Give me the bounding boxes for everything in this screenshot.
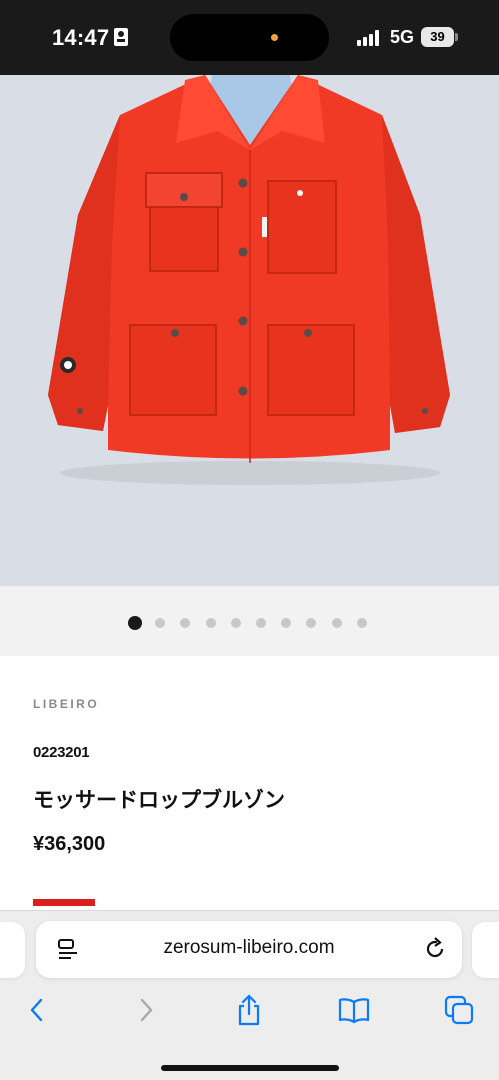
product-code: 0223201 bbox=[33, 744, 90, 761]
image-carousel-indicator bbox=[0, 586, 499, 656]
forward-icon bbox=[140, 998, 153, 1022]
reload-icon[interactable] bbox=[422, 936, 448, 962]
carousel-dots[interactable] bbox=[0, 616, 499, 630]
network-label: 5G bbox=[390, 27, 415, 47]
home-indicator[interactable] bbox=[161, 1065, 339, 1071]
browser-toolbar bbox=[0, 988, 499, 1038]
carousel-dot[interactable] bbox=[356, 618, 367, 628]
carousel-dot[interactable] bbox=[256, 618, 266, 628]
accent-bar bbox=[33, 899, 95, 906]
carousel-dot-active[interactable] bbox=[128, 616, 142, 630]
signal-icon bbox=[357, 30, 381, 46]
tabs-button[interactable] bbox=[437, 988, 481, 1032]
product-price: ¥36,300 bbox=[33, 833, 106, 855]
share-button[interactable] bbox=[227, 988, 271, 1032]
carousel-dot[interactable] bbox=[155, 618, 166, 628]
brand-name[interactable]: LIBEIRO bbox=[33, 697, 99, 711]
browser-bottom-bar: zerosum-libeiro.com bbox=[0, 910, 499, 1080]
previous-tab-preview[interactable] bbox=[0, 922, 25, 978]
carousel-dot[interactable] bbox=[331, 618, 342, 628]
carousel-dot[interactable] bbox=[281, 618, 292, 628]
carousel-dot[interactable] bbox=[205, 618, 216, 628]
battery-icon: 39 bbox=[421, 27, 454, 47]
next-tab-preview[interactable] bbox=[472, 922, 499, 978]
share-icon bbox=[238, 994, 260, 1026]
id-card-icon bbox=[114, 28, 128, 46]
forward-button[interactable] bbox=[123, 988, 167, 1032]
url-text[interactable]: zerosum-libeiro.com bbox=[36, 937, 462, 959]
back-button[interactable] bbox=[16, 988, 60, 1032]
red-jacket-photo bbox=[48, 75, 450, 485]
carousel-dot[interactable] bbox=[306, 618, 317, 628]
battery-tip bbox=[455, 33, 458, 41]
privacy-indicator-dot bbox=[271, 34, 278, 41]
bookmarks-icon bbox=[338, 998, 370, 1024]
tabs-icon bbox=[444, 995, 474, 1025]
product-name: モッサードロップブルゾン bbox=[33, 788, 285, 812]
product-image[interactable] bbox=[0, 75, 499, 586]
carousel-dot[interactable] bbox=[180, 618, 191, 628]
status-bar: 14:47 5G 39 bbox=[0, 0, 499, 75]
bookmarks-button[interactable] bbox=[332, 988, 376, 1032]
carousel-dot[interactable] bbox=[230, 618, 241, 628]
address-bar[interactable]: zerosum-libeiro.com bbox=[36, 921, 462, 978]
product-info: LIBEIRO 0223201 モッサードロップブルゾン ¥36,300 bbox=[0, 656, 499, 916]
screen: 14:47 5G 39 LIBEIRO 0223201 モッサードロップブルゾン… bbox=[0, 0, 499, 1080]
status-time: 14:47 bbox=[52, 25, 110, 50]
dynamic-island bbox=[170, 14, 329, 61]
back-icon bbox=[30, 998, 43, 1022]
